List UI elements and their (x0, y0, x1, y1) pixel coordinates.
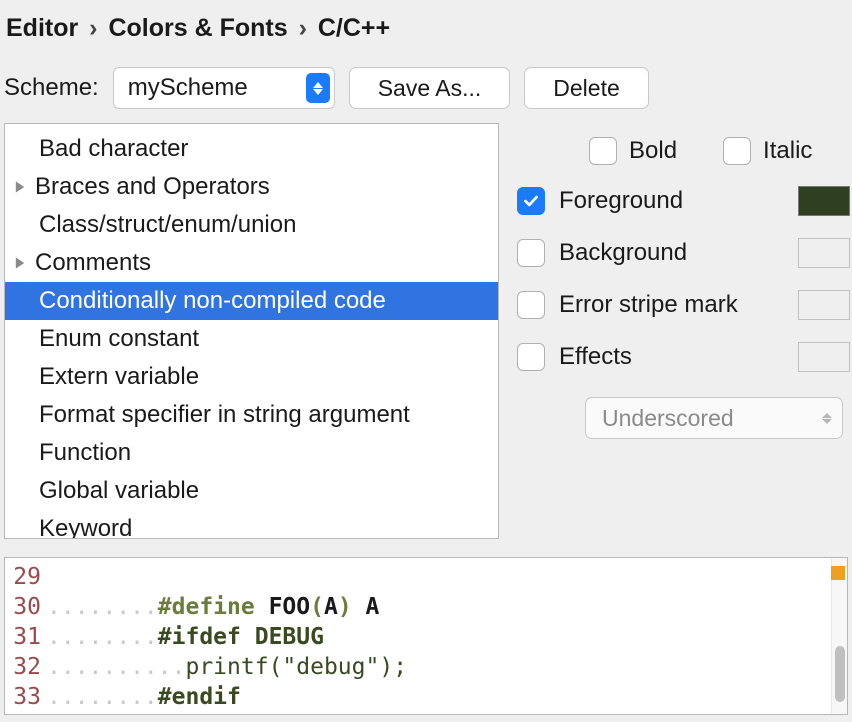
italic-label: Italic (763, 137, 812, 165)
effects-color-swatch[interactable] (798, 342, 850, 372)
breadcrumb-cpp[interactable]: C/C++ (318, 14, 390, 42)
line-number: 33 (5, 682, 41, 712)
tree-item[interactable]: Global variable (5, 472, 498, 510)
tree-item-label: Extern variable (21, 363, 199, 391)
scrollbar-thumb[interactable] (835, 646, 845, 702)
tree-item[interactable]: Function (5, 434, 498, 472)
tree-item-label: Comments (33, 249, 151, 277)
tree-item[interactable]: Format specifier in string argument (5, 396, 498, 434)
tree-item[interactable]: Braces and Operators (5, 168, 498, 206)
check-icon (522, 192, 540, 210)
tree-item[interactable]: Bad character (5, 130, 498, 168)
chevron-right-icon[interactable] (13, 249, 33, 277)
code-line (47, 562, 831, 592)
background-label: Background (559, 239, 687, 267)
editor-code[interactable]: ........#define FOO(A) A........#ifdef D… (47, 558, 831, 714)
effects-type-value: Underscored (602, 405, 734, 432)
background-color-swatch[interactable] (798, 238, 850, 268)
tree-item[interactable]: Extern variable (5, 358, 498, 396)
line-number: 30 (5, 592, 41, 622)
foreground-color-swatch[interactable] (798, 186, 850, 216)
error-stripe-checkbox[interactable] (517, 291, 545, 319)
breadcrumb-sep-icon: › (295, 14, 311, 42)
tree-item-label: Global variable (21, 477, 199, 505)
tree-item-label: Keyword (21, 515, 132, 539)
tree-item[interactable]: Comments (5, 244, 498, 282)
breadcrumb-sep-icon: › (85, 14, 101, 42)
tree-item[interactable]: Class/struct/enum/union (5, 206, 498, 244)
italic-checkbox[interactable] (723, 137, 751, 165)
overview-ruler[interactable] (831, 558, 847, 714)
breadcrumb: Editor › Colors & Fonts › C/C++ (0, 8, 852, 61)
breadcrumb-colors-fonts[interactable]: Colors & Fonts (108, 14, 287, 42)
delete-button[interactable]: Delete (524, 67, 648, 109)
background-checkbox[interactable] (517, 239, 545, 267)
error-stripe-label: Error stripe mark (559, 291, 738, 319)
overview-warning-marker[interactable] (831, 566, 845, 580)
updown-arrows-icon (306, 73, 330, 103)
code-line: ........#endif (47, 682, 831, 712)
line-number: 32 (5, 652, 41, 682)
tree-item[interactable]: Enum constant (5, 320, 498, 358)
style-options: Bold Italic Foreground Background (517, 123, 852, 539)
effects-type-select[interactable]: Underscored (585, 397, 843, 439)
foreground-label: Foreground (559, 187, 683, 215)
preview-editor[interactable]: 2930313233 ........#define FOO(A) A.....… (4, 557, 848, 715)
code-line: ........#ifdef DEBUG (47, 622, 831, 652)
scheme-label: Scheme: (4, 74, 99, 102)
bold-label: Bold (629, 137, 677, 165)
save-as-button[interactable]: Save As... (349, 67, 511, 109)
editor-gutter: 2930313233 (5, 558, 47, 714)
scheme-select[interactable]: myScheme (113, 67, 335, 109)
tree-item-label: Conditionally non-compiled code (21, 287, 386, 315)
tree-item[interactable]: Keyword (5, 510, 498, 539)
tree-item-label: Format specifier in string argument (21, 401, 410, 429)
code-line: ........#define FOO(A) A (47, 592, 831, 622)
line-number: 29 (5, 562, 41, 592)
scheme-value: myScheme (128, 74, 248, 102)
breadcrumb-editor[interactable]: Editor (6, 14, 78, 42)
error-stripe-color-swatch[interactable] (798, 290, 850, 320)
bold-checkbox[interactable] (589, 137, 617, 165)
tree-item-label: Braces and Operators (33, 173, 270, 201)
effects-checkbox[interactable] (517, 343, 545, 371)
effects-label: Effects (559, 343, 632, 371)
updown-arrows-icon (822, 413, 832, 424)
foreground-checkbox[interactable] (517, 187, 545, 215)
tree-item-label: Bad character (21, 135, 188, 163)
tree-item-label: Enum constant (21, 325, 199, 353)
tree-item-label: Function (21, 439, 131, 467)
line-number: 31 (5, 622, 41, 652)
tree-item[interactable]: Conditionally non-compiled code (5, 282, 498, 320)
code-line: ..........printf("debug"); (47, 652, 831, 682)
chevron-right-icon[interactable] (13, 173, 33, 201)
attribute-tree[interactable]: Bad character Braces and Operators Class/s… (4, 123, 499, 539)
tree-item-label: Class/struct/enum/union (21, 211, 296, 239)
